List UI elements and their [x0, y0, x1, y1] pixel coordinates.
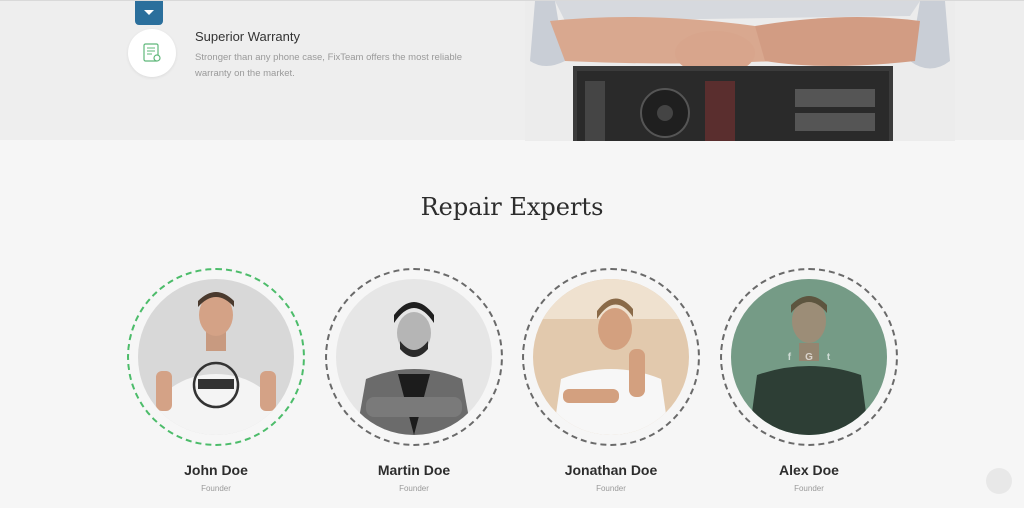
expert-name: Alex Doe: [779, 462, 839, 478]
feature-description: Stronger than any phone case, FixTeam of…: [195, 52, 463, 79]
expert-card[interactable]: Jonathan Doe Founder: [522, 268, 700, 493]
social-links: f G t: [731, 279, 887, 435]
expert-ring: [127, 268, 305, 446]
feature-title: Superior Warranty: [195, 29, 300, 44]
expert-photo[interactable]: [336, 279, 492, 435]
chevron-down-icon[interactable]: [135, 1, 163, 25]
expert-photo[interactable]: f G t: [731, 279, 887, 435]
expert-photo[interactable]: [138, 279, 294, 435]
expert-role: Founder: [596, 484, 626, 493]
expert-name: Jonathan Doe: [564, 462, 658, 478]
google-icon[interactable]: G: [805, 352, 813, 363]
expert-ring: f G t: [720, 268, 898, 446]
scroll-to-top-button[interactable]: [986, 468, 1012, 494]
expert-role: Founder: [399, 484, 429, 493]
twitter-icon[interactable]: t: [827, 352, 830, 363]
feature-band: Superior Warranty Stronger than any phon…: [0, 0, 1024, 141]
expert-card[interactable]: John Doe Founder: [127, 268, 305, 493]
certificate-icon: [128, 29, 176, 77]
expert-role: Founder: [794, 484, 824, 493]
expert-card[interactable]: Martin Doe Founder: [325, 268, 503, 493]
expert-name: John Doe: [184, 462, 248, 478]
expert-photo[interactable]: [533, 279, 689, 435]
expert-ring: [522, 268, 700, 446]
expert-ring: [325, 268, 503, 446]
technician-photo: [525, 1, 955, 141]
expert-role: Founder: [201, 484, 231, 493]
facebook-icon[interactable]: f: [788, 352, 791, 363]
section-title: Repair Experts: [420, 193, 604, 221]
expert-card[interactable]: f G t Alex Doe Founder: [720, 268, 898, 493]
expert-name: Martin Doe: [377, 462, 451, 478]
